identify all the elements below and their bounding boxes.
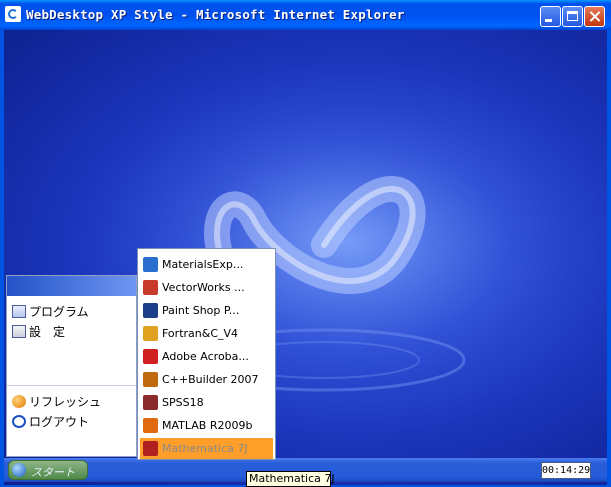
settings-label: 設 定 — [29, 325, 66, 339]
program-label: Mathematica 7J — [162, 442, 248, 455]
program-label: Fortran&C_V4 — [162, 327, 239, 340]
close-button[interactable] — [584, 6, 605, 27]
start-menu-logout[interactable]: ログアウト — [12, 413, 89, 430]
mathematica-icon — [143, 441, 158, 456]
refresh-icon — [12, 395, 26, 408]
spss-icon — [143, 395, 158, 410]
materials-explorer-icon — [143, 257, 158, 272]
start-menu-settings[interactable]: 設 定 — [12, 323, 65, 340]
internet-explorer-icon — [5, 6, 21, 22]
maximize-button[interactable] — [562, 6, 583, 27]
program-item-fortran[interactable]: Fortran&C_V4 — [140, 323, 273, 344]
program-label: VectorWorks ... — [162, 281, 245, 294]
windows-logo-icon — [12, 463, 26, 477]
start-menu-programs[interactable]: プログラム — [12, 303, 89, 320]
adobe-acrobat-icon — [143, 349, 158, 364]
program-item-paint-shop-pro[interactable]: Paint Shop P... — [140, 300, 273, 321]
start-menu: プログラム 設 定 リフレッシュ ログアウト — [6, 275, 137, 457]
fortran-icon — [143, 326, 158, 341]
program-label: Paint Shop P... — [162, 304, 240, 317]
program-label: MaterialsExp... — [162, 258, 244, 271]
program-label: C++Builder 2007 — [162, 373, 259, 386]
start-menu-divider — [7, 385, 136, 386]
window-title: WebDesktop XP Style - Microsoft Internet… — [26, 7, 405, 22]
program-item-vectorworks[interactable]: VectorWorks ... — [140, 277, 273, 298]
paint-shop-pro-icon — [143, 303, 158, 318]
program-item-adobe-acrobat[interactable]: Adobe Acroba... — [140, 346, 273, 367]
programs-icon — [12, 305, 26, 318]
start-menu-header — [7, 276, 136, 296]
program-item-spss[interactable]: SPSS18 — [140, 392, 273, 413]
program-item-materials-explorer[interactable]: MaterialsExp... — [140, 254, 273, 275]
programs-label: プログラム — [29, 305, 89, 319]
logout-icon — [12, 415, 26, 428]
programs-submenu: MaterialsExp... VectorWorks ... Paint Sh… — [137, 248, 276, 460]
vectorworks-icon — [143, 280, 158, 295]
program-label: MATLAB R2009b — [162, 419, 253, 432]
minimize-button[interactable] — [540, 6, 561, 27]
start-menu-refresh[interactable]: リフレッシュ — [12, 393, 101, 410]
start-button[interactable]: スタート — [8, 460, 88, 480]
start-label: スタート — [31, 466, 75, 479]
logout-label: ログアウト — [29, 415, 90, 429]
program-item-cpp-builder[interactable]: C++Builder 2007 — [140, 369, 273, 390]
tooltip: Mathematica 7J — [246, 471, 335, 487]
matlab-icon — [143, 418, 158, 433]
refresh-label: リフレッシュ — [29, 395, 102, 409]
ie-window: WebDesktop XP Style - Microsoft Internet… — [0, 0, 611, 487]
program-label: Adobe Acroba... — [162, 350, 249, 363]
cpp-builder-icon — [143, 372, 158, 387]
taskbar-clock: 00:14:29 — [541, 462, 591, 479]
title-bar[interactable]: WebDesktop XP Style - Microsoft Internet… — [0, 0, 611, 30]
program-item-mathematica[interactable]: Mathematica 7J — [140, 438, 273, 459]
settings-icon — [12, 325, 26, 338]
program-item-matlab[interactable]: MATLAB R2009b — [140, 415, 273, 436]
program-label: SPSS18 — [162, 396, 204, 409]
